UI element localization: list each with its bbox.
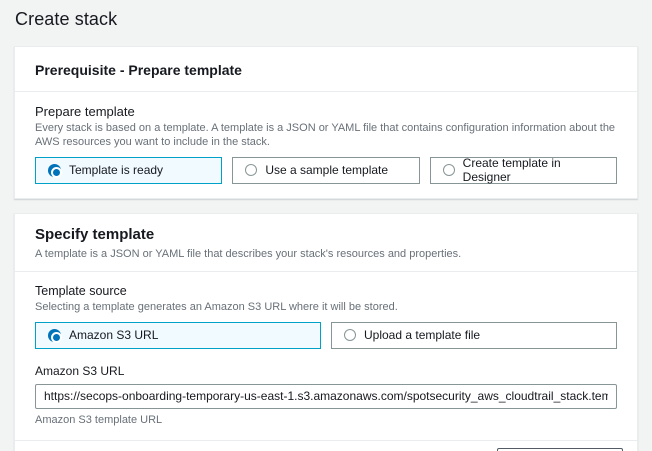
radio-icon[interactable]	[443, 164, 455, 176]
radio-tile-upload-template-file[interactable]: Upload a template file	[331, 322, 617, 349]
prerequisite-card-title: Prerequisite - Prepare template	[35, 62, 617, 78]
radio-tile-label: Use a sample template	[265, 163, 388, 177]
radio-tile-label: Upload a template file	[364, 328, 480, 342]
radio-icon[interactable]	[48, 164, 61, 177]
specify-template-title: Specify template	[35, 226, 617, 243]
radio-tile-label: Create template in Designer	[463, 156, 604, 184]
radio-tile-template-is-ready[interactable]: Template is ready	[35, 157, 222, 184]
radio-icon[interactable]	[344, 329, 356, 341]
prerequisite-card: Prerequisite - Prepare template Prepare …	[14, 46, 638, 199]
amazon-s3-url-helper: Amazon S3 template URL	[35, 414, 617, 426]
radio-tile-create-template-in-designer[interactable]: Create template in Designer	[430, 157, 617, 184]
radio-tile-label: Amazon S3 URL	[69, 328, 158, 342]
template-source-options: Amazon S3 URL Upload a template file	[35, 322, 617, 349]
amazon-s3-url-input[interactable]	[35, 384, 617, 409]
page-title: Create stack	[15, 9, 638, 30]
radio-icon[interactable]	[245, 164, 257, 176]
prerequisite-card-header: Prerequisite - Prepare template	[15, 47, 637, 92]
create-stack-page: Create stack Prerequisite - Prepare temp…	[0, 0, 652, 451]
prepare-template-options: Template is ready Use a sample template …	[35, 157, 617, 184]
specify-template-card-body: Template source Selecting a template gen…	[15, 272, 637, 439]
specify-template-description: A template is a JSON or YAML file that d…	[35, 247, 617, 262]
template-source-description: Selecting a template generates an Amazon…	[35, 300, 617, 314]
template-source-label: Template source	[35, 284, 617, 298]
s3-url-row: S3 URL: https://secops-onboarding-tempor…	[15, 440, 637, 451]
prepare-template-description: Every stack is based on a template. A te…	[35, 121, 617, 150]
radio-tile-amazon-s3-url[interactable]: Amazon S3 URL	[35, 322, 321, 349]
radio-tile-label: Template is ready	[69, 163, 163, 177]
prerequisite-card-body: Prepare template Every stack is based on…	[15, 92, 637, 198]
specify-template-card: Specify template A template is a JSON or…	[14, 213, 638, 451]
amazon-s3-url-label: Amazon S3 URL	[35, 364, 617, 378]
radio-tile-use-sample-template[interactable]: Use a sample template	[232, 157, 419, 184]
radio-icon[interactable]	[48, 329, 61, 342]
specify-template-card-header: Specify template A template is a JSON or…	[15, 214, 637, 273]
prepare-template-label: Prepare template	[35, 104, 617, 119]
